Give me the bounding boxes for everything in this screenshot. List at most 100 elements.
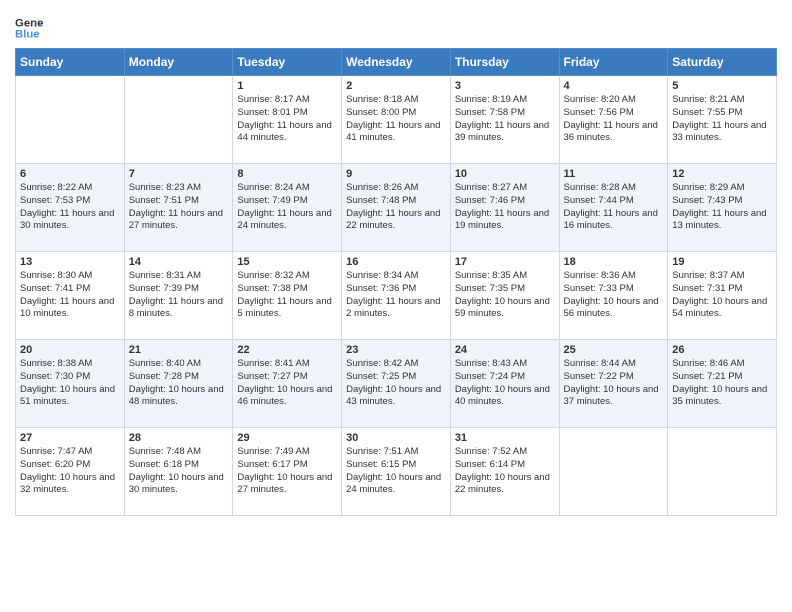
calendar-cell: 3 Sunrise: 8:19 AM Sunset: 7:58 PM Daylig… bbox=[450, 76, 559, 164]
day-info: Sunrise: 8:27 AM Sunset: 7:46 PM Dayligh… bbox=[455, 182, 555, 233]
weekday-header: Wednesday bbox=[342, 49, 451, 76]
day-number: 13 bbox=[20, 256, 120, 268]
day-info: Sunrise: 8:20 AM Sunset: 7:56 PM Dayligh… bbox=[564, 94, 664, 145]
day-info: Sunrise: 7:52 AM Sunset: 6:14 PM Dayligh… bbox=[455, 446, 555, 497]
svg-text:Blue: Blue bbox=[15, 29, 40, 41]
day-info: Sunrise: 8:32 AM Sunset: 7:38 PM Dayligh… bbox=[237, 270, 337, 321]
calendar-cell: 31 Sunrise: 7:52 AM Sunset: 6:14 PM Dayli… bbox=[450, 428, 559, 516]
calendar-cell: 24Sunrise: 8:43 AM Sunset: 7:24 PM Dayli… bbox=[450, 340, 559, 428]
calendar-cell bbox=[124, 76, 233, 164]
calendar-body: 1 Sunrise: 8:17 AM Sunset: 8:01 PM Daylig… bbox=[16, 76, 777, 516]
calendar-table: SundayMondayTuesdayWednesdayThursdayFrid… bbox=[15, 48, 777, 516]
day-number: 3 bbox=[455, 80, 555, 92]
day-info: Sunrise: 8:30 AM Sunset: 7:41 PM Dayligh… bbox=[20, 270, 120, 321]
day-number: 30 bbox=[346, 432, 446, 444]
calendar-cell: 19 Sunrise: 8:37 AM Sunset: 7:31 PM Dayli… bbox=[668, 252, 777, 340]
day-info: Sunrise: 8:35 AM Sunset: 7:35 PM Dayligh… bbox=[455, 270, 555, 321]
title-block bbox=[43, 10, 777, 12]
day-number: 12 bbox=[672, 168, 772, 180]
weekday-header: Tuesday bbox=[233, 49, 342, 76]
calendar-cell: 25Sunrise: 8:44 AM Sunset: 7:22 PM Dayli… bbox=[559, 340, 668, 428]
day-number: 7 bbox=[129, 168, 229, 180]
calendar-cell: 30Sunrise: 7:51 AM Sunset: 6:15 PM Dayli… bbox=[342, 428, 451, 516]
day-number: 1 bbox=[237, 80, 337, 92]
day-info: Sunrise: 8:18 AM Sunset: 8:00 PM Dayligh… bbox=[346, 94, 446, 145]
day-number: 4 bbox=[564, 80, 664, 92]
svg-text:General: General bbox=[15, 17, 43, 29]
day-info: Sunrise: 7:49 AM Sunset: 6:17 PM Dayligh… bbox=[237, 446, 337, 497]
day-info: Sunrise: 7:47 AM Sunset: 6:20 PM Dayligh… bbox=[20, 446, 120, 497]
day-number: 18 bbox=[564, 256, 664, 268]
calendar-cell: 11Sunrise: 8:28 AM Sunset: 7:44 PM Dayli… bbox=[559, 164, 668, 252]
day-info: Sunrise: 8:24 AM Sunset: 7:49 PM Dayligh… bbox=[237, 182, 337, 233]
calendar-cell: 10 Sunrise: 8:27 AM Sunset: 7:46 PM Dayli… bbox=[450, 164, 559, 252]
day-info: Sunrise: 8:17 AM Sunset: 8:01 PM Dayligh… bbox=[237, 94, 337, 145]
calendar-week-row: 13 Sunrise: 8:30 AM Sunset: 7:41 PM Dayli… bbox=[16, 252, 777, 340]
calendar-cell: 6 Sunrise: 8:22 AM Sunset: 7:53 PM Daylig… bbox=[16, 164, 125, 252]
weekday-header: Sunday bbox=[16, 49, 125, 76]
calendar-cell: 15 Sunrise: 8:32 AM Sunset: 7:38 PM Dayli… bbox=[233, 252, 342, 340]
calendar-cell: 9Sunrise: 8:26 AM Sunset: 7:48 PM Daylig… bbox=[342, 164, 451, 252]
calendar-header-row: SundayMondayTuesdayWednesdayThursdayFrid… bbox=[16, 49, 777, 76]
day-info: Sunrise: 8:22 AM Sunset: 7:53 PM Dayligh… bbox=[20, 182, 120, 233]
calendar-cell: 8 Sunrise: 8:24 AM Sunset: 7:49 PM Daylig… bbox=[233, 164, 342, 252]
day-info: Sunrise: 8:38 AM Sunset: 7:30 PM Dayligh… bbox=[20, 358, 120, 409]
day-info: Sunrise: 8:37 AM Sunset: 7:31 PM Dayligh… bbox=[672, 270, 772, 321]
calendar-cell: 2 Sunrise: 8:18 AM Sunset: 8:00 PM Daylig… bbox=[342, 76, 451, 164]
day-number: 19 bbox=[672, 256, 772, 268]
calendar-cell: 14Sunrise: 8:31 AM Sunset: 7:39 PM Dayli… bbox=[124, 252, 233, 340]
day-number: 8 bbox=[237, 168, 337, 180]
calendar-week-row: 1 Sunrise: 8:17 AM Sunset: 8:01 PM Daylig… bbox=[16, 76, 777, 164]
day-info: Sunrise: 8:46 AM Sunset: 7:21 PM Dayligh… bbox=[672, 358, 772, 409]
day-info: Sunrise: 8:44 AM Sunset: 7:22 PM Dayligh… bbox=[564, 358, 664, 409]
calendar-cell: 20 Sunrise: 8:38 AM Sunset: 7:30 PM Dayli… bbox=[16, 340, 125, 428]
day-number: 26 bbox=[672, 344, 772, 356]
logo-icon: General Blue bbox=[15, 14, 43, 42]
day-number: 15 bbox=[237, 256, 337, 268]
day-number: 21 bbox=[129, 344, 229, 356]
day-number: 5 bbox=[672, 80, 772, 92]
day-info: Sunrise: 8:28 AM Sunset: 7:44 PM Dayligh… bbox=[564, 182, 664, 233]
day-info: Sunrise: 8:40 AM Sunset: 7:28 PM Dayligh… bbox=[129, 358, 229, 409]
calendar-cell bbox=[16, 76, 125, 164]
calendar-cell: 7Sunrise: 8:23 AM Sunset: 7:51 PM Daylig… bbox=[124, 164, 233, 252]
calendar-cell: 13 Sunrise: 8:30 AM Sunset: 7:41 PM Dayli… bbox=[16, 252, 125, 340]
day-number: 22 bbox=[237, 344, 337, 356]
calendar-cell: 29Sunrise: 7:49 AM Sunset: 6:17 PM Dayli… bbox=[233, 428, 342, 516]
page-header: General Blue bbox=[15, 10, 777, 42]
calendar-cell: 26 Sunrise: 8:46 AM Sunset: 7:21 PM Dayli… bbox=[668, 340, 777, 428]
calendar-cell: 4 Sunrise: 8:20 AM Sunset: 7:56 PM Daylig… bbox=[559, 76, 668, 164]
calendar-cell: 12 Sunrise: 8:29 AM Sunset: 7:43 PM Dayli… bbox=[668, 164, 777, 252]
day-number: 16 bbox=[346, 256, 446, 268]
day-info: Sunrise: 8:36 AM Sunset: 7:33 PM Dayligh… bbox=[564, 270, 664, 321]
day-info: Sunrise: 8:26 AM Sunset: 7:48 PM Dayligh… bbox=[346, 182, 446, 233]
weekday-header: Friday bbox=[559, 49, 668, 76]
calendar-cell: 21 Sunrise: 8:40 AM Sunset: 7:28 PM Dayli… bbox=[124, 340, 233, 428]
weekday-header: Monday bbox=[124, 49, 233, 76]
day-info: Sunrise: 8:43 AM Sunset: 7:24 PM Dayligh… bbox=[455, 358, 555, 409]
day-number: 31 bbox=[455, 432, 555, 444]
calendar-cell bbox=[668, 428, 777, 516]
calendar-cell: 17 Sunrise: 8:35 AM Sunset: 7:35 PM Dayli… bbox=[450, 252, 559, 340]
calendar-cell bbox=[559, 428, 668, 516]
day-number: 28 bbox=[129, 432, 229, 444]
day-info: Sunrise: 7:48 AM Sunset: 6:18 PM Dayligh… bbox=[129, 446, 229, 497]
day-number: 23 bbox=[346, 344, 446, 356]
day-info: Sunrise: 8:19 AM Sunset: 7:58 PM Dayligh… bbox=[455, 94, 555, 145]
calendar-cell: 5Sunrise: 8:21 AM Sunset: 7:55 PM Daylig… bbox=[668, 76, 777, 164]
day-info: Sunrise: 8:29 AM Sunset: 7:43 PM Dayligh… bbox=[672, 182, 772, 233]
weekday-header: Saturday bbox=[668, 49, 777, 76]
day-info: Sunrise: 8:34 AM Sunset: 7:36 PM Dayligh… bbox=[346, 270, 446, 321]
day-number: 10 bbox=[455, 168, 555, 180]
day-number: 20 bbox=[20, 344, 120, 356]
day-number: 14 bbox=[129, 256, 229, 268]
day-number: 6 bbox=[20, 168, 120, 180]
day-number: 17 bbox=[455, 256, 555, 268]
day-info: Sunrise: 8:41 AM Sunset: 7:27 PM Dayligh… bbox=[237, 358, 337, 409]
day-number: 27 bbox=[20, 432, 120, 444]
logo: General Blue bbox=[15, 14, 43, 42]
calendar-cell: 27 Sunrise: 7:47 AM Sunset: 6:20 PM Dayli… bbox=[16, 428, 125, 516]
calendar-cell: 1 Sunrise: 8:17 AM Sunset: 8:01 PM Daylig… bbox=[233, 76, 342, 164]
calendar-cell: 18 Sunrise: 8:36 AM Sunset: 7:33 PM Dayli… bbox=[559, 252, 668, 340]
day-number: 2 bbox=[346, 80, 446, 92]
